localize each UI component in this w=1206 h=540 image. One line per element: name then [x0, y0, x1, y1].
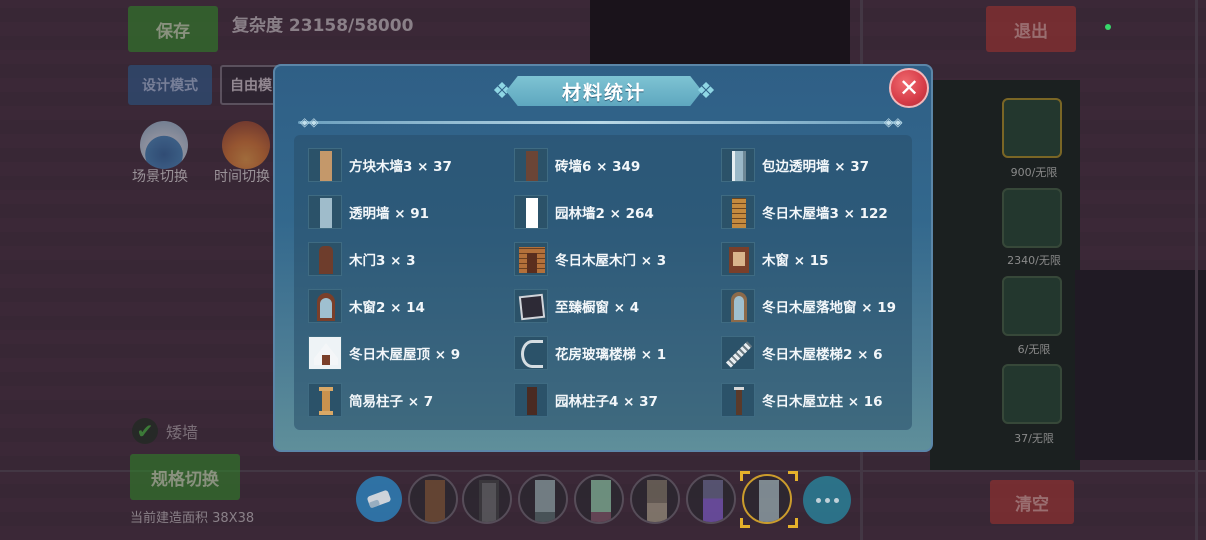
material-item: 简易柱子 × 7 — [308, 381, 433, 419]
spec-switch-button[interactable]: 规格切换 — [130, 454, 240, 500]
toolbar-slot-5[interactable] — [630, 474, 680, 524]
close-button[interactable]: ✕ — [889, 68, 929, 108]
scene-switch-icon[interactable] — [140, 121, 188, 169]
right-slot-2[interactable] — [1002, 188, 1062, 248]
glass-wall-icon — [308, 195, 342, 229]
swirl-ornament-icon: ❖ — [696, 78, 716, 104]
close-x-icon: ✕ — [898, 74, 920, 102]
material-item: 砖墙6 × 349 — [514, 146, 640, 184]
material-item: 至臻橱窗 × 4 — [514, 287, 639, 325]
selection-corner — [740, 471, 750, 481]
divider-ornament-icon: ◈◈ — [300, 115, 319, 129]
material-item: 冬日木屋屋顶 × 9 — [308, 334, 460, 372]
cabin-roof-icon — [308, 336, 342, 370]
design-mode-button[interactable]: 设计模式 — [128, 65, 212, 105]
material-item: 园林柱子4 × 37 — [514, 381, 658, 419]
time-switch-label: 时间切换 — [214, 169, 270, 185]
right-slot-4[interactable] — [1002, 364, 1062, 424]
spiral-stairs-icon — [514, 336, 548, 370]
toolbar-slot-1[interactable] — [408, 474, 458, 524]
material-item: 木窗 × 15 — [721, 240, 829, 278]
toolbar-slot-7-selected[interactable] — [742, 474, 792, 524]
material-item: 方块木墙3 × 37 — [308, 146, 452, 184]
complexity-counter: 复杂度 23158/58000 — [232, 16, 414, 36]
short-wall-toggle[interactable]: ✔ 矮墙 — [132, 418, 198, 444]
short-wall-label: 矮墙 — [166, 423, 199, 442]
selection-corner — [788, 471, 798, 481]
checkmark-icon: ✔ — [132, 418, 158, 444]
time-switch-icon[interactable] — [222, 121, 270, 169]
clear-button[interactable]: 清空 — [990, 480, 1074, 524]
winter-cabin-wall-icon — [721, 195, 755, 229]
arched-wood-window-icon — [308, 289, 342, 323]
toolbar-slot-6[interactable] — [686, 474, 736, 524]
exit-button[interactable]: 退出 — [986, 6, 1076, 52]
material-item: 冬日木屋墙3 × 122 — [721, 193, 888, 231]
material-item: 包边透明墙 × 37 — [721, 146, 869, 184]
winter-cabin-door-icon — [514, 242, 548, 276]
divider-ornament-icon: ◈◈ — [884, 115, 903, 129]
framed-glass-wall-icon — [721, 148, 755, 182]
brick-wall-icon — [514, 148, 548, 182]
right-count-3: 6/无限 — [1017, 343, 1051, 356]
material-item: 冬日木屋落地窗 × 19 — [721, 287, 896, 325]
material-item: 冬日木屋楼梯2 × 6 — [721, 334, 883, 372]
toolbar-slot-2[interactable] — [462, 474, 512, 524]
save-button[interactable]: 保存 — [128, 6, 218, 52]
material-item: 冬日木屋木门 × 3 — [514, 240, 666, 278]
material-item: 木门3 × 3 — [308, 240, 416, 278]
wood-door-icon — [308, 242, 342, 276]
title-divider — [298, 121, 902, 124]
right-slot-3[interactable] — [1002, 276, 1062, 336]
right-slot-1[interactable] — [1002, 98, 1062, 158]
selection-corner — [740, 518, 750, 528]
garden-pillar-icon — [514, 383, 548, 417]
display-window-icon — [514, 289, 548, 323]
wood-window-icon — [721, 242, 755, 276]
selection-corner — [788, 518, 798, 528]
cabin-post-icon — [721, 383, 755, 417]
material-item: 冬日木屋立柱 × 16 — [721, 381, 883, 419]
garden-wall-icon — [514, 195, 548, 229]
material-item: 园林墙2 × 264 — [514, 193, 654, 231]
material-item: 木窗2 × 14 — [308, 287, 425, 325]
right-count-2: 2340/无限 — [1007, 254, 1061, 267]
more-options-icon[interactable] — [803, 476, 851, 524]
dialog-title-banner: ❖ 材料统计 ❖ — [488, 76, 720, 106]
wood-block-wall-icon — [308, 148, 342, 182]
simple-pillar-icon — [308, 383, 342, 417]
dialog-title: 材料统计 — [561, 81, 646, 104]
toolbar-slot-3[interactable] — [518, 474, 568, 524]
material-item: 花房玻璃楼梯 × 1 — [514, 334, 666, 372]
right-count-1: 900/无限 — [1010, 166, 1058, 179]
free-mode-button[interactable]: 自由模 — [220, 65, 280, 105]
build-area-text: 当前建造面积 38X38 — [130, 511, 255, 526]
scene-switch-label: 场景切换 — [132, 169, 188, 185]
right-count-4: 37/无限 — [1014, 432, 1054, 445]
eraser-icon[interactable] — [356, 476, 402, 522]
material-item: 透明墙 × 91 — [308, 193, 429, 231]
status-dot — [1105, 24, 1111, 30]
cabin-stairs-icon — [721, 336, 755, 370]
toolbar-slot-4[interactable] — [574, 474, 624, 524]
french-window-icon — [721, 289, 755, 323]
